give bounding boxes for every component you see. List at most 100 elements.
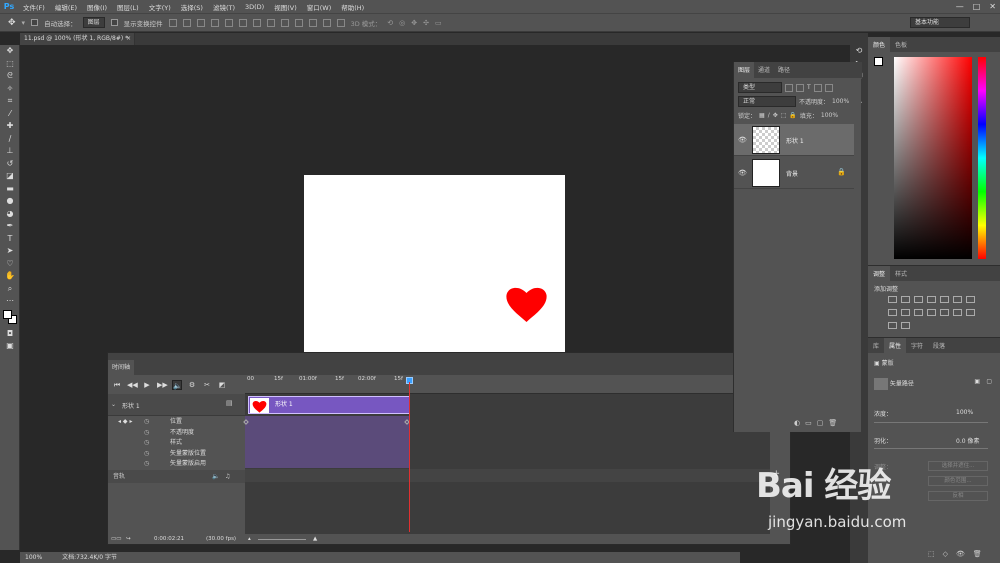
brightness-icon[interactable]	[888, 296, 897, 303]
tab-adjustments[interactable]: 调整	[868, 266, 891, 281]
quick-select-tool-icon[interactable]: ✧	[0, 83, 20, 96]
document-info[interactable]: 文档:732.4K/0 字节	[62, 552, 117, 563]
stopwatch-icon[interactable]: ◷	[144, 428, 149, 439]
mute-audio-icon[interactable]: 🔈	[212, 470, 219, 483]
stopwatch-icon[interactable]: ◷	[144, 449, 149, 460]
lock-all-icon[interactable]: 🔒	[789, 112, 796, 119]
zoom-out-icon[interactable]: ▴	[248, 534, 251, 544]
time-ruler[interactable]: 00 15f 01:00f 15f 02:00f 15f	[245, 375, 768, 394]
menu-type[interactable]: 文字(Y)	[144, 2, 176, 12]
menu-layer[interactable]: 图层(L)	[112, 2, 144, 12]
layer-row-shape[interactable]: 👁 形状 1	[734, 124, 854, 156]
tab-styles[interactable]: 样式	[890, 266, 912, 281]
lock-transparency-icon[interactable]: ▦	[759, 112, 765, 119]
distribute-hcenter-icon[interactable]	[308, 18, 317, 27]
color-range-button[interactable]: 颜色范围...	[928, 476, 988, 486]
menu-help[interactable]: 帮助(H)	[336, 2, 369, 12]
move-tool-icon[interactable]: ✥	[0, 45, 20, 58]
transition-icon[interactable]: ◩	[217, 380, 227, 390]
move-tool-icon[interactable]: ✥	[8, 18, 16, 28]
channel-mixer-icon[interactable]	[914, 309, 923, 316]
quick-mask-icon[interactable]: ◘	[0, 328, 20, 341]
audio-track[interactable]	[245, 469, 770, 482]
zoom-slider[interactable]	[258, 539, 306, 540]
document-tab[interactable]: 11.psd @ 100% (形状 1, RGB/8#) * ×	[20, 33, 135, 45]
stopwatch-icon[interactable]: ◷	[144, 438, 149, 449]
split-scissors-icon[interactable]: ✂	[202, 380, 212, 390]
menu-3d[interactable]: 3D(D)	[240, 3, 269, 11]
property-tracks[interactable]	[243, 416, 410, 468]
menu-view[interactable]: 视图(V)	[269, 2, 302, 12]
previous-frame-icon[interactable]: ◀◀	[127, 380, 138, 390]
hand-tool-icon[interactable]: ✋	[0, 270, 20, 283]
apply-mask-icon[interactable]: ◇	[943, 550, 948, 558]
filter-pixel-icon[interactable]	[785, 83, 793, 92]
mask-thumbnail[interactable]	[874, 378, 888, 390]
eyedropper-tool-icon[interactable]: ⁄	[0, 108, 20, 121]
foreground-color-swatch[interactable]	[3, 309, 12, 319]
audio-toggle-icon[interactable]: 🔈	[172, 379, 182, 390]
distribute-bottom-icon[interactable]	[280, 18, 289, 27]
layer-name[interactable]: 背景	[786, 169, 798, 178]
lock-pixels-icon[interactable]: ∕	[768, 112, 770, 119]
color-fg-swatch[interactable]	[874, 57, 883, 66]
marquee-tool-icon[interactable]: ⬚	[0, 58, 20, 71]
align-right-icon[interactable]	[238, 18, 247, 27]
auto-select-dropdown[interactable]: 图层	[82, 17, 105, 28]
layer-track-header[interactable]: ⌄ 形状 1 ▤	[108, 394, 245, 416]
minimize-button[interactable]: —	[956, 0, 964, 13]
fill-value[interactable]: 100%	[821, 112, 838, 119]
3d-slide-icon[interactable]: ✣	[423, 19, 429, 27]
posterize-icon[interactable]	[953, 309, 962, 316]
3d-rotate-icon[interactable]: ⟲	[387, 19, 393, 27]
tab-paragraph[interactable]: 段落	[928, 338, 950, 353]
document-canvas[interactable]	[304, 175, 565, 353]
expand-chevron-icon[interactable]: ⌄	[111, 401, 116, 408]
curves-icon[interactable]	[914, 296, 923, 303]
hue-slider[interactable]	[978, 57, 986, 259]
menu-edit[interactable]: 编辑(E)	[50, 2, 82, 12]
filter-shape-icon[interactable]	[813, 83, 822, 92]
3d-roll-icon[interactable]: ◎	[399, 19, 405, 27]
brush-tool-icon[interactable]: ∕	[0, 133, 20, 146]
exposure-icon[interactable]	[927, 296, 936, 303]
align-bottom-icon[interactable]	[196, 18, 205, 27]
zoom-level[interactable]: 100%	[25, 552, 42, 563]
blend-mode-dropdown[interactable]: 正常	[738, 96, 796, 107]
path-select-tool-icon[interactable]: ➤	[0, 245, 20, 258]
tab-libraries[interactable]: 库	[868, 338, 884, 353]
opacity-value[interactable]: 100%	[832, 98, 849, 105]
go-to-first-frame-icon[interactable]: ⏮	[112, 380, 122, 390]
invert-icon[interactable]	[940, 309, 949, 316]
play-icon[interactable]: ▶	[142, 380, 152, 390]
music-note-icon[interactable]: ♫	[225, 470, 230, 483]
workspace-dropdown[interactable]: 基本功能	[910, 17, 970, 28]
settings-gear-icon[interactable]: ⚙	[187, 380, 197, 390]
adjustment-layer-icon[interactable]: ◐	[794, 419, 800, 427]
density-slider[interactable]	[874, 422, 988, 423]
density-value[interactable]: 100%	[956, 409, 973, 416]
property-row[interactable]: ◷ 不透明度	[108, 428, 245, 439]
zoom-tool-icon[interactable]: ⌕	[0, 283, 20, 296]
menu-filter[interactable]: 滤镜(T)	[208, 2, 240, 12]
type-tool-icon[interactable]: T	[0, 233, 20, 246]
eraser-tool-icon[interactable]: ◪	[0, 170, 20, 183]
history-brush-tool-icon[interactable]: ↺	[0, 158, 20, 171]
filter-smart-icon[interactable]	[824, 83, 833, 92]
tab-swatches[interactable]: 色板	[890, 37, 912, 52]
more-tools-icon[interactable]: ⋯	[0, 295, 20, 308]
feather-slider[interactable]	[874, 448, 988, 449]
render-video-icon[interactable]: ↪	[126, 534, 131, 544]
filter-type-icon[interactable]: T	[807, 84, 811, 91]
zoom-in-icon[interactable]: ▲	[313, 534, 317, 544]
healing-brush-tool-icon[interactable]: ✚	[0, 120, 20, 133]
delete-layer-icon[interactable]: 🗑	[828, 419, 837, 427]
pixel-mask-icon[interactable]: ▣	[974, 378, 980, 385]
tab-properties[interactable]: 属性	[884, 338, 907, 353]
track-area[interactable]: 形状 1	[243, 382, 770, 534]
feather-value[interactable]: 0.0 像素	[956, 436, 979, 445]
vector-mask-icon[interactable]: ▢	[986, 378, 992, 385]
distribute-left-icon[interactable]	[294, 18, 303, 27]
distribute-vcenter-icon[interactable]	[266, 18, 275, 27]
filter-type-dropdown[interactable]: 类型	[738, 82, 782, 93]
